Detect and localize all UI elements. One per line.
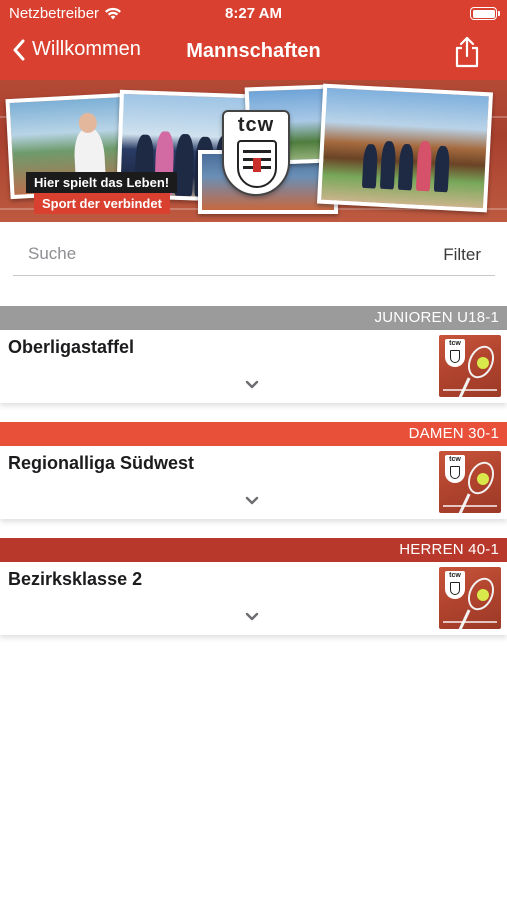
- club-banner: tcw Hier spielt das Leben! Sport der ver…: [0, 80, 507, 222]
- filter-button[interactable]: Filter: [443, 245, 481, 265]
- team-card[interactable]: DAMEN 30-1 Regionalliga Südwest tcw: [0, 422, 507, 519]
- chevron-down-icon[interactable]: [245, 380, 259, 390]
- club-logo: tcw: [222, 110, 290, 196]
- team-thumbnail[interactable]: tcw: [439, 567, 501, 629]
- navigation-bar: Willkommen Mannschaften: [0, 28, 507, 80]
- team-card-body[interactable]: Bezirksklasse 2 tcw: [0, 562, 507, 635]
- back-button-label: Willkommen: [32, 38, 141, 60]
- team-league: Regionalliga Südwest: [8, 453, 195, 473]
- status-bar: Netzbetreiber 8:27 AM: [0, 0, 507, 28]
- battery-icon: [470, 7, 500, 20]
- chevron-down-icon[interactable]: [245, 496, 259, 506]
- team-card-body[interactable]: Oberligastaffel tcw: [0, 330, 507, 403]
- banner-tagline-2: Sport der verbindet: [34, 193, 170, 214]
- team-card-body[interactable]: Regionalliga Südwest tcw: [0, 446, 507, 519]
- team-thumbnail[interactable]: tcw: [439, 451, 501, 513]
- top-bar: Netzbetreiber 8:27 AM Willkommen Mannsch…: [0, 0, 507, 80]
- team-category: HERREN 40-1: [399, 541, 499, 558]
- status-time: 8:27 AM: [225, 5, 282, 22]
- chevron-down-icon[interactable]: [245, 612, 259, 622]
- team-card[interactable]: JUNIOREN U18-1 Oberligastaffel tcw: [0, 306, 507, 403]
- chevron-left-icon: [13, 39, 25, 60]
- banner-photo-clubhouse: [316, 83, 494, 213]
- team-thumbnail[interactable]: tcw: [439, 335, 501, 397]
- club-crest-icon: [237, 140, 277, 188]
- club-logo-text: tcw: [237, 114, 275, 136]
- search-bar: Filter: [13, 236, 495, 276]
- team-category-header: HERREN 40-1: [0, 538, 507, 562]
- banner-tagline-1: Hier spielt das Leben!: [26, 172, 178, 193]
- search-input[interactable]: [13, 240, 393, 268]
- team-league: Oberligastaffel: [8, 337, 135, 357]
- team-league: Bezirksklasse 2: [8, 569, 143, 589]
- team-card[interactable]: HERREN 40-1 Bezirksklasse 2 tcw: [0, 538, 507, 635]
- share-icon[interactable]: [453, 36, 481, 68]
- team-category: DAMEN 30-1: [408, 425, 499, 442]
- team-category-header: JUNIOREN U18-1: [0, 306, 507, 330]
- team-category-header: DAMEN 30-1: [0, 422, 507, 446]
- team-category: JUNIOREN U18-1: [374, 309, 499, 326]
- back-button[interactable]: Willkommen: [12, 38, 141, 61]
